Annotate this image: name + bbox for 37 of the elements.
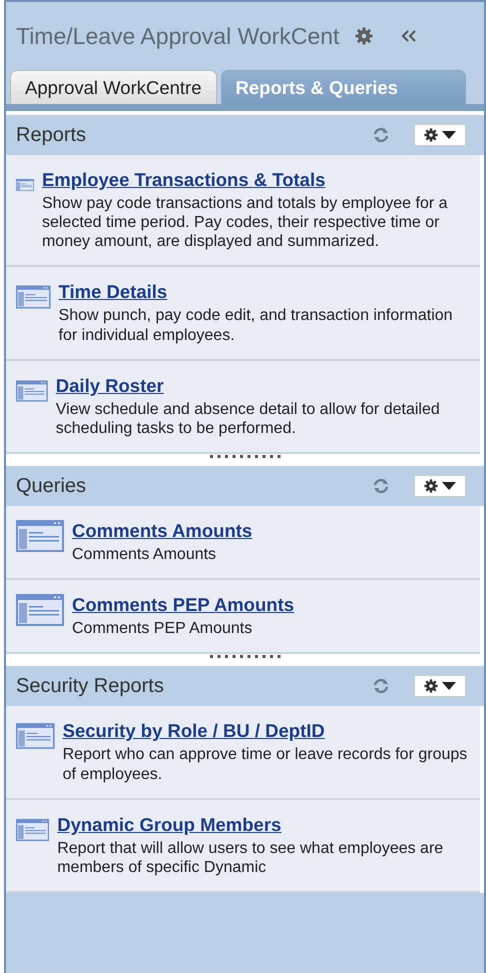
report-icon — [16, 520, 64, 552]
panel-title: Time/Leave Approval WorkCent — [16, 22, 340, 51]
refresh-icon[interactable] — [372, 126, 390, 144]
settings-icon[interactable] — [355, 27, 374, 45]
settings-dropdown-button[interactable] — [414, 124, 466, 146]
report-link[interactable]: Comments Amounts — [72, 520, 252, 542]
caret-icon — [442, 130, 456, 139]
resize-handle-icon[interactable] — [209, 654, 281, 660]
report-icon — [16, 594, 64, 626]
refresh-icon[interactable] — [372, 677, 390, 696]
resize-handle-icon[interactable] — [209, 454, 281, 460]
report-description: Report that will allow users to see what employees are members of specific Dynamic — [57, 838, 444, 878]
report-description: Comments Amounts — [72, 545, 218, 564]
report-link[interactable]: Time Details — [58, 281, 168, 303]
report-link[interactable]: Comments PEP Amounts — [72, 594, 294, 616]
section-title: Security Reports — [16, 674, 164, 700]
collapse-icon[interactable] — [401, 29, 418, 43]
gear-icon — [424, 479, 438, 494]
report-link[interactable]: Daily Roster — [56, 374, 164, 396]
section-title: Reports — [16, 122, 86, 148]
tab[interactable]: Approval WorkCentre — [10, 70, 217, 104]
report-description: Report who can approve time or leave records for groups of employees. — [62, 745, 468, 784]
report-description: View schedule and absence detail to allow for detailed scheduling tasks to be performed. — [56, 400, 441, 438]
section-title: Queries — [16, 474, 86, 500]
report-link[interactable]: Dynamic Group Members — [57, 814, 282, 836]
refresh-icon[interactable] — [372, 477, 390, 496]
gear-icon — [424, 679, 438, 694]
caret-icon — [442, 682, 456, 690]
caret-icon — [442, 482, 456, 490]
settings-dropdown-button[interactable] — [414, 675, 466, 698]
settings-dropdown-button[interactable] — [414, 475, 466, 498]
report-description: Comments PEP Amounts — [72, 619, 254, 638]
report-link[interactable]: Security by Role / BU / DeptID — [62, 720, 325, 742]
report-link[interactable]: Employee Transactions & Totals — [42, 168, 326, 190]
report-description: Show punch, pay code edit, and transaction information for individual employees. — [58, 306, 454, 345]
gear-icon — [424, 128, 438, 142]
report-description: Show pay code transactions and totals by employee for a selected time period. Pay codes, their respective time or money amount, are displayed and summarized. — [42, 194, 449, 252]
